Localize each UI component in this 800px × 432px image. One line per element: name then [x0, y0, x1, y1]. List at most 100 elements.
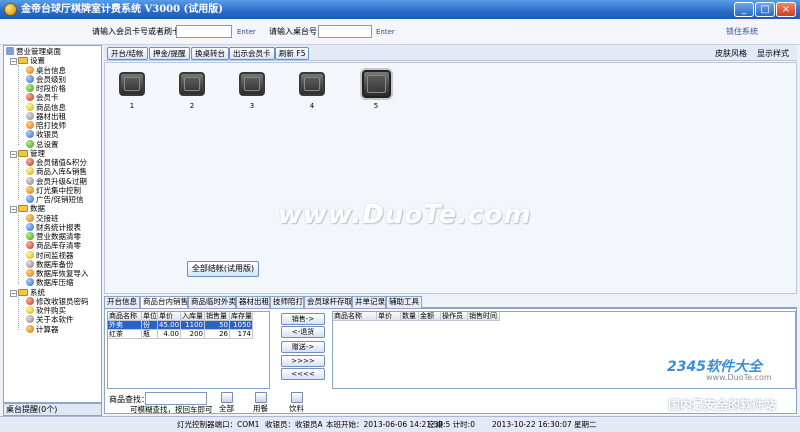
goods-cell[interactable]: 50 — [205, 321, 230, 330]
category-all[interactable]: 全部 — [219, 392, 234, 413]
goods-cell[interactable]: 瓶 — [142, 330, 158, 339]
checkout-all-button[interactable]: 全部结帐(试用版) — [187, 261, 259, 277]
maximize-button[interactable]: □ — [755, 2, 775, 17]
goods-cell[interactable]: 200 — [181, 330, 205, 339]
minimize-button[interactable]: _ — [734, 2, 754, 17]
tree-item[interactable]: 会员升级&过期 — [26, 176, 87, 186]
tab-2[interactable]: 商品临时外卖 — [188, 296, 236, 308]
deposit-reminder-button[interactable]: 押金/提醒 — [149, 47, 190, 60]
tab-5[interactable]: 会员球杆存取 — [304, 296, 352, 308]
tree-item[interactable]: 财务统计报表 — [26, 222, 81, 232]
tab-7[interactable]: 辅助工具 — [386, 296, 422, 308]
goods-cell[interactable]: 份 — [142, 321, 158, 330]
member-card-input[interactable] — [176, 25, 232, 38]
tree-item-label: 会员卡 — [36, 93, 59, 103]
change-table-button[interactable]: 换桌转台 — [191, 47, 229, 60]
tree-item[interactable]: 灯光集中控制 — [26, 185, 81, 195]
tree-item-label: 陪打技师 — [36, 121, 66, 130]
tree-group-label: 系统 — [30, 287, 45, 297]
tree-item[interactable]: 时段价格 — [26, 84, 66, 93]
tree-item[interactable]: 器材出租 — [26, 111, 66, 121]
sold-column-header: 单价 — [377, 312, 401, 321]
member-card-enter-link[interactable]: Enter — [237, 26, 256, 38]
tree-item-label: 会员级别 — [36, 74, 66, 84]
refresh-button[interactable]: 刷新 F5 — [275, 47, 310, 60]
tree-group-2[interactable]: − 数据 — [10, 204, 45, 214]
table-counts: 空桌:5 计时:0 — [428, 420, 475, 429]
tree-item[interactable]: 会员级别 — [26, 74, 66, 84]
status-bar: 灯光控制器端口：COM1 收银员：收银员A 本班开始：2013-06-06 14… — [0, 416, 800, 432]
folder-icon — [18, 149, 28, 157]
tree-item[interactable]: 总设置 — [26, 139, 59, 149]
tree-item[interactable]: 计算器 — [26, 324, 59, 334]
pool-table-4[interactable] — [299, 72, 325, 96]
pool-table-3[interactable] — [239, 72, 265, 96]
open-checkout-button[interactable]: 开台/结帐 — [107, 47, 148, 60]
move-all-left-button[interactable]: <<<< — [281, 368, 325, 380]
tree-item[interactable]: 时间监视器 — [26, 250, 74, 260]
pool-table-number: 3 — [249, 102, 255, 110]
collapse-toggle-icon[interactable]: − — [10, 58, 17, 66]
tree-item[interactable]: 交接班 — [26, 213, 59, 223]
pool-table-1[interactable] — [119, 72, 145, 96]
table-number-enter-link[interactable]: Enter — [376, 26, 395, 38]
tab-4[interactable]: 技师陪打 — [270, 296, 304, 308]
tree-group-0[interactable]: − 设置 — [10, 56, 45, 66]
goods-cell[interactable]: 红茶 — [108, 330, 142, 339]
show-member-card-button[interactable]: 出示会员卡 — [229, 47, 275, 60]
tree-item[interactable]: 商品信息 — [26, 102, 66, 112]
tree-item[interactable]: 陪打技师 — [26, 121, 66, 130]
goods-cell[interactable]: 1100 — [181, 321, 205, 330]
tree-item[interactable]: 商品库存清零 — [26, 241, 81, 250]
tree-item[interactable]: 会员储值&积分 — [26, 158, 87, 167]
sell-button[interactable]: 销售-> — [281, 313, 325, 325]
skin-style-menu[interactable]: 皮肤风格 — [715, 48, 747, 59]
tree-group-3[interactable]: − 系统 — [10, 288, 45, 297]
collapse-toggle-icon[interactable]: − — [10, 206, 17, 214]
tree-item[interactable]: 软件购买 — [26, 306, 66, 315]
goods-cell[interactable]: 外卖 — [108, 321, 142, 330]
table-reminder-status[interactable]: 桌台提醒(0个) — [3, 403, 102, 416]
menu-item-icon — [26, 84, 34, 92]
tree-item[interactable]: 广告/促销短信 — [26, 195, 84, 204]
tab-3[interactable]: 器材出租 — [236, 296, 270, 308]
goods-cell[interactable]: 4.00 — [158, 330, 181, 339]
menu-item-icon — [26, 139, 34, 148]
tree-group-label: 设置 — [30, 56, 45, 66]
goods-cell[interactable]: 26 — [205, 330, 230, 339]
tree-item[interactable]: 修改收银员密码 — [26, 296, 89, 306]
tab-0[interactable]: 开台信息 — [104, 296, 140, 308]
tree-item-label: 商品入库&销售 — [36, 167, 87, 177]
goods-cell[interactable]: 45.00 — [158, 321, 181, 330]
close-button[interactable]: × — [776, 2, 796, 17]
tree-item[interactable]: 数据库备份 — [26, 259, 74, 269]
goods-cell[interactable]: 174 — [230, 330, 253, 339]
collapse-toggle-icon[interactable]: − — [10, 150, 17, 158]
tab-6[interactable]: 井单记录 — [352, 296, 386, 308]
current-cashier: 收银员：收银员A — [265, 420, 323, 429]
tree-item[interactable]: 数据库恢复导入 — [26, 269, 89, 278]
tree-item[interactable]: 数据库压缩 — [26, 278, 74, 287]
pool-table-2[interactable] — [179, 72, 205, 96]
goods-cell[interactable]: 1050 — [230, 321, 253, 330]
category-drinks[interactable]: 饮料 — [289, 392, 304, 413]
category-meal[interactable]: 用餐 — [253, 392, 268, 413]
collapse-toggle-icon[interactable]: − — [10, 289, 17, 297]
current-datetime: 2013-10-22 16:30:07 星期二 — [492, 420, 597, 429]
tree-item[interactable]: 会员卡 — [26, 93, 59, 102]
table-number-input[interactable] — [318, 25, 372, 38]
tree-item[interactable]: 桌台信息 — [26, 65, 66, 75]
tree-group-1[interactable]: − 管理 — [10, 149, 45, 158]
gift-button[interactable]: 赠送-> — [281, 341, 325, 353]
move-all-right-button[interactable]: >>>> — [281, 355, 325, 367]
lock-system-link[interactable]: 锁住系统 — [726, 26, 758, 38]
pool-table-5[interactable] — [362, 70, 391, 98]
tree-item[interactable]: 营业数据清零 — [26, 232, 81, 241]
display-style-menu[interactable]: 显示样式 — [757, 48, 789, 59]
tree-root[interactable]: 营业管理桌面 — [6, 47, 61, 56]
return-button[interactable]: <-退货 — [281, 326, 325, 338]
tree-item[interactable]: 商品入库&销售 — [26, 167, 87, 176]
tree-item[interactable]: 关于本软件 — [26, 315, 74, 324]
tree-item-label: 时段价格 — [36, 84, 66, 93]
tree-item[interactable]: 收银员 — [26, 130, 59, 139]
